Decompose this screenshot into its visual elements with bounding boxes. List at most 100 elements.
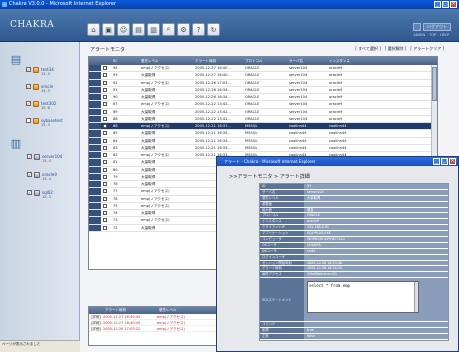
row-checkbox-box[interactable] <box>103 196 107 201</box>
row-checkbox[interactable] <box>101 174 111 180</box>
row-checkbox-box[interactable] <box>103 116 107 121</box>
row-checkbox-box[interactable] <box>103 109 107 114</box>
row-checkbox[interactable] <box>101 210 111 216</box>
help-link[interactable]: HELP <box>440 33 449 37</box>
row-checkbox[interactable] <box>101 109 111 115</box>
users-icon[interactable]: ☺ <box>117 23 130 36</box>
table-row[interactable]: 89 大量取得 2005-12-22 13:42... ORACLE server104… <box>89 108 437 116</box>
service-checkbox[interactable]: ✓ <box>26 101 31 106</box>
sidebar-server-item[interactable]: ✓ sql02 15, 3 <box>27 190 53 199</box>
sidebar-server-item[interactable]: ✓ server104 15, 4 <box>27 154 62 163</box>
table-row[interactable]: 84 大量取得 2005-12-21 16:34... MSSQL coolinn44 c… <box>89 137 437 145</box>
row-checkbox-box[interactable] <box>103 138 107 143</box>
col-header-time[interactable]: アラート時刻 <box>193 57 243 65</box>
service-checkbox[interactable]: ✓ <box>26 84 31 89</box>
home-icon[interactable]: ⌂ <box>87 23 100 36</box>
table-row[interactable]: 85 大量取得 2005-12-21 16:35... MSSQL coolinn44 c… <box>89 130 437 138</box>
col-header-server[interactable]: サーバ名 <box>287 57 327 65</box>
table-row[interactable]: 90 大量取得 2005-12-26 16:34... ORACLE server104… <box>89 94 437 102</box>
scroll-thumb[interactable] <box>432 67 437 101</box>
server-checkbox[interactable]: ✓ <box>27 190 32 195</box>
col-header-protocol[interactable]: プロトコル <box>243 57 287 65</box>
sql-scrollbar[interactable] <box>414 282 418 313</box>
row-checkbox[interactable] <box>101 159 111 165</box>
row-checkbox[interactable] <box>101 138 111 144</box>
col-header-id[interactable]: ID <box>111 57 139 65</box>
row-checkbox-box[interactable] <box>103 167 107 172</box>
close-button[interactable]: × <box>450 1 457 8</box>
row-checkbox[interactable] <box>101 196 111 202</box>
row-checkbox-box[interactable] <box>103 80 107 85</box>
row-checkbox-box[interactable] <box>103 87 107 92</box>
col-header-instance[interactable]: インスタンス <box>327 57 367 65</box>
monitor-icon[interactable]: ▣ <box>102 23 115 36</box>
row-checkbox[interactable] <box>101 87 111 93</box>
settings-icon[interactable]: ⚙ <box>177 23 190 36</box>
select-all-link[interactable]: [ すべて選択 ] <box>355 46 380 52</box>
row-checkbox-box[interactable] <box>103 189 107 194</box>
row-checkbox[interactable] <box>101 167 111 173</box>
row-checkbox[interactable] <box>101 123 111 129</box>
table-row[interactable]: 94 emp(ノアクセス) 2005-12-27 16:40... ORACLE ser… <box>89 65 437 73</box>
row-checkbox[interactable] <box>101 203 111 209</box>
row-checkbox[interactable] <box>101 116 111 122</box>
sidebar-service-item[interactable]: ✓ oracle 15, 3 <box>26 84 53 93</box>
row-checkbox-box[interactable] <box>103 124 107 128</box>
sidebar-service-item[interactable]: sybasetest 15, 3 <box>26 118 63 127</box>
table-row[interactable]: 83 大量取得 2005-12-21 16:33... MSSQL coolinn44 c… <box>89 144 437 152</box>
row-checkbox-box[interactable] <box>103 174 107 179</box>
top-link[interactable]: TOP <box>429 33 436 37</box>
row-checkbox-box[interactable] <box>103 182 107 186</box>
detail-link[interactable]: [詳細] <box>89 314 103 319</box>
row-checkbox[interactable] <box>101 65 111 71</box>
row-checkbox-box[interactable] <box>103 203 107 208</box>
table-row[interactable]: 91 大量取得 2005-12-26 16:34... ORACLE server104… <box>89 86 437 94</box>
search-icon[interactable]: ⌕ <box>162 23 175 36</box>
table-row[interactable]: 87 emp(ノアクセス) 2005-12-22 13:42... ORACLE ser… <box>89 101 437 109</box>
row-checkbox-box[interactable] <box>103 66 107 70</box>
popup-close-button[interactable]: × <box>449 158 456 165</box>
refresh-icon[interactable]: ↻ <box>207 23 220 36</box>
row-checkbox[interactable] <box>101 101 111 107</box>
clear-alerts-link[interactable]: [ アラートクリア ] <box>410 46 444 52</box>
logout-button[interactable]: ログアウト <box>423 23 451 31</box>
row-checkbox-box[interactable] <box>103 160 107 165</box>
sidebar-service-item[interactable]: ✓ test302 15, 6 <box>26 101 56 110</box>
row-checkbox-box[interactable] <box>103 225 107 230</box>
maximize-button[interactable]: □ <box>442 1 449 8</box>
row-checkbox-box[interactable] <box>103 153 107 157</box>
deselect-link[interactable]: [ 選択解除 ] <box>385 46 407 52</box>
row-checkbox-box[interactable] <box>103 102 107 107</box>
detail-link[interactable]: [詳細] <box>89 320 103 325</box>
help-icon[interactable]: ? <box>192 23 205 36</box>
service-checkbox[interactable]: ✓ <box>26 67 31 72</box>
server-checkbox[interactable]: ✓ <box>27 172 32 177</box>
row-checkbox[interactable] <box>101 80 111 86</box>
row-checkbox-box[interactable] <box>103 73 107 78</box>
server-checkbox[interactable]: ✓ <box>27 154 32 159</box>
popup-maximize-button[interactable]: □ <box>441 158 448 165</box>
table-row[interactable]: 93 大量取得 2005-12-27 16:40... ORACLE server104… <box>89 72 437 80</box>
admin-link[interactable]: ADMIN <box>413 33 425 37</box>
detail-link[interactable]: [詳細] <box>89 326 103 331</box>
sidebar-service-item[interactable]: ✓ test34 15, 4 <box>26 67 54 76</box>
row-checkbox-box[interactable] <box>103 131 107 136</box>
row-checkbox[interactable] <box>101 181 111 187</box>
table-row[interactable]: 92 emp(ノアクセス) 2005-12-26 17:03... ORACLE ser… <box>89 79 437 87</box>
row-checkbox[interactable] <box>101 145 111 151</box>
row-checkbox-box[interactable] <box>103 211 107 215</box>
table-row[interactable]: 88 大量取得 2005-12-22 13:42... ORACLE server104… <box>89 115 437 123</box>
row-checkbox[interactable] <box>101 225 111 231</box>
row-checkbox-box[interactable] <box>103 145 107 150</box>
row-checkbox[interactable] <box>101 94 111 100</box>
minimize-button[interactable]: _ <box>434 1 441 8</box>
col-header-level[interactable]: 優先レベル <box>139 57 193 65</box>
popup-minimize-button[interactable]: _ <box>433 158 440 165</box>
service-checkbox[interactable] <box>26 118 31 123</box>
report-icon[interactable]: ▥ <box>147 23 160 36</box>
row-checkbox[interactable] <box>101 152 111 158</box>
row-checkbox[interactable] <box>101 72 111 78</box>
table-row[interactable]: 86 emp(ノアクセス) 2005-12-21 16:37... MSSQL cool… <box>89 123 437 131</box>
row-checkbox[interactable] <box>101 130 111 136</box>
row-checkbox[interactable] <box>101 188 111 194</box>
